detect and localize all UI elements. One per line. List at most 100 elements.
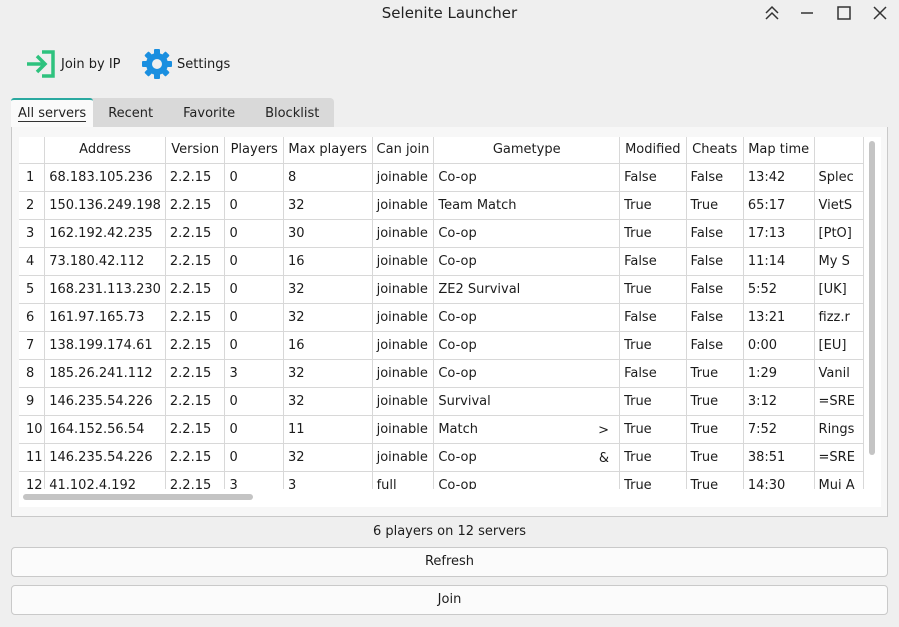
collapse-chevrons-icon[interactable]	[762, 3, 782, 23]
server-list-panel: Address Version Players Max players Can …	[11, 127, 888, 517]
column-header-players[interactable]: Players	[224, 137, 284, 164]
cell-address: 73.180.42.112	[44, 247, 166, 276]
cell-server-name: Splec	[814, 163, 864, 192]
tab-all-servers[interactable]: All servers	[11, 98, 94, 128]
cell-version: 2.2.15	[165, 163, 226, 192]
table-row[interactable]: 8 185.26.241.112 2.2.15 3 32 joinable Co-op Fal…	[19, 359, 864, 388]
table-row[interactable]: 2 150.136.249.198 2.2.15 0 32 joinable Team Ma…	[19, 191, 864, 220]
settings-label: Settings	[177, 56, 231, 72]
status-text: 6 players on 12 servers	[372, 524, 527, 539]
column-header-cheats[interactable]: Cheats	[686, 137, 744, 164]
cell-cheats: False	[686, 303, 744, 332]
gametype-text: Survival	[438, 393, 491, 409]
cell-row-number: 12	[19, 471, 46, 489]
column-header-row-number[interactable]	[19, 137, 46, 164]
cell-map-time: 1:29	[743, 359, 815, 388]
vertical-scrollbar[interactable]	[869, 141, 875, 455]
table-row[interactable]: 10 164.152.56.54 2.2.15 0 11 joinable Match > Tr…	[19, 415, 864, 444]
cell-row-number: 4	[19, 247, 46, 276]
cell-gametype: Team Match	[433, 191, 621, 220]
column-header-gametype[interactable]: Gametype	[433, 137, 621, 164]
join-button[interactable]: Join	[11, 585, 888, 615]
cell-cheats: False	[686, 219, 744, 248]
cell-max-players: 32	[283, 387, 373, 416]
table-row[interactable]: 6 161.97.165.73 2.2.15 0 32 joinable Co-op Fals…	[19, 303, 864, 332]
column-header-can-join[interactable]: Can join	[372, 137, 435, 164]
cell-server-name: My S	[814, 247, 864, 276]
cell-map-time: 11:14	[743, 247, 815, 276]
cell-version: 2.2.15	[165, 415, 226, 444]
gametype-text: Co-op	[438, 449, 477, 465]
table-row[interactable]: 3 162.192.42.235 2.2.15 0 30 joinable Co-op Tru…	[19, 219, 864, 248]
maximize-icon[interactable]	[834, 3, 854, 23]
cell-server-name: =SRE	[814, 387, 864, 416]
cell-players: 0	[224, 247, 284, 276]
column-header-map-time[interactable]: Map time	[743, 137, 815, 164]
table-row[interactable]: 11 146.235.54.226 2.2.15 0 32 joinable Co-op & T…	[19, 443, 864, 472]
gametype-marker: &	[598, 450, 610, 466]
column-header-name[interactable]	[814, 137, 864, 164]
cell-players: 0	[224, 387, 284, 416]
cell-modified: True	[619, 471, 687, 489]
gametype-text: ZE2 Survival	[438, 281, 521, 297]
cell-players: 0	[224, 275, 284, 304]
cell-max-players: 32	[283, 303, 373, 332]
cell-gametype: ZE2 Survival	[433, 275, 621, 304]
tab-blocklist[interactable]: Blocklist	[250, 98, 334, 128]
table-row[interactable]: 7 138.199.174.61 2.2.15 0 16 joinable Co-op Tru…	[19, 331, 864, 360]
cell-server-name: [PtO]	[814, 219, 864, 248]
cell-map-time: 13:42	[743, 163, 815, 192]
cell-cheats: True	[686, 191, 744, 220]
gametype-text: Match	[438, 421, 479, 437]
cell-version: 2.2.15	[165, 471, 226, 489]
horizontal-scrollbar[interactable]	[23, 494, 253, 500]
server-table-viewport: Address Version Players Max players Can …	[19, 137, 864, 489]
minimize-icon[interactable]	[797, 3, 817, 23]
cell-server-name: Rings	[814, 415, 864, 444]
cell-server-name: fizz.r	[814, 303, 864, 332]
cell-can-join: joinable	[372, 443, 435, 472]
tab-favorite[interactable]: Favorite	[168, 98, 250, 128]
cell-map-time: 14:30	[743, 471, 815, 489]
close-icon[interactable]	[870, 3, 890, 23]
cell-max-players: 3	[283, 471, 373, 489]
refresh-button[interactable]: Refresh	[11, 547, 888, 577]
cell-map-time: 0:00	[743, 331, 815, 360]
table-row[interactable]: 4 73.180.42.112 2.2.15 0 16 joinable Co-op Fals…	[19, 247, 864, 276]
cell-address: 138.199.174.61	[44, 331, 166, 360]
cell-can-join: joinable	[372, 247, 435, 276]
column-header-max-players[interactable]: Max players	[283, 137, 373, 164]
cell-players: 3	[224, 471, 284, 489]
gametype-text: Co-op	[438, 225, 477, 241]
cell-cheats: False	[686, 163, 744, 192]
cell-row-number: 1	[19, 163, 46, 192]
cell-row-number: 10	[19, 415, 46, 444]
cell-gametype: Co-op	[433, 471, 621, 489]
cell-modified: True	[619, 387, 687, 416]
cell-server-name: [EU]	[814, 331, 864, 360]
cell-can-join: joinable	[372, 331, 435, 360]
table-row[interactable]: 12 41.102.4.192 2.2.15 3 3 full Co-op True True 1…	[19, 471, 864, 489]
column-header-version[interactable]: Version	[165, 137, 226, 164]
cell-max-players: 32	[283, 191, 373, 220]
cell-players: 0	[224, 331, 284, 360]
login-arrow-icon	[24, 48, 58, 80]
column-header-address[interactable]: Address	[44, 137, 166, 164]
cell-map-time: 7:52	[743, 415, 815, 444]
table-row[interactable]: 9 146.235.54.226 2.2.15 0 32 joinable Survival…	[19, 387, 864, 416]
tab-recent[interactable]: Recent	[93, 98, 168, 128]
settings-button[interactable]: Settings	[140, 48, 230, 80]
table-row[interactable]: 5 168.231.113.230 2.2.15 0 32 joinable ZE2 Sur…	[19, 275, 864, 304]
join-by-ip-button[interactable]: Join by IP	[24, 48, 121, 80]
cell-modified: True	[619, 443, 687, 472]
table-row[interactable]: 1 68.183.105.236 2.2.15 0 8 joinable Co-op Fals…	[19, 163, 864, 192]
cell-max-players: 16	[283, 331, 373, 360]
cell-cheats: True	[686, 443, 744, 472]
join-by-ip-label: Join by IP	[61, 56, 121, 72]
cell-cheats: True	[686, 471, 744, 489]
server-tabs: All servers Recent Favorite Blocklist	[11, 98, 335, 128]
server-table: Address Version Players Max players Can …	[19, 137, 864, 489]
cell-can-join: joinable	[372, 415, 435, 444]
column-header-modified[interactable]: Modified	[619, 137, 687, 164]
cell-modified: True	[619, 415, 687, 444]
